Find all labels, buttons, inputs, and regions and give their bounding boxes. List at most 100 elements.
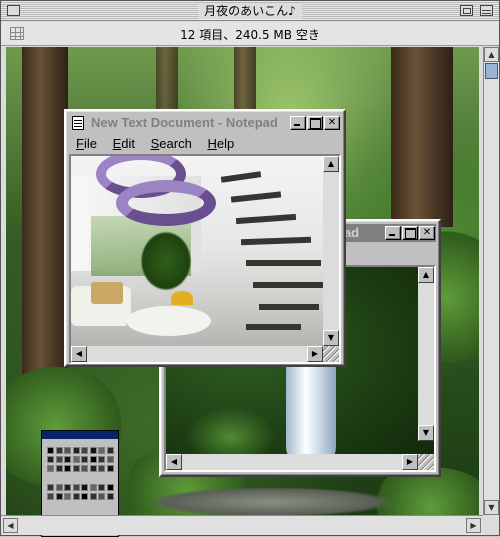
palette-swatch[interactable] bbox=[98, 456, 105, 463]
palette-swatch[interactable] bbox=[55, 484, 63, 491]
finder-titlebar[interactable]: 月夜のあいこん♪ bbox=[1, 1, 499, 21]
tree-trunk bbox=[391, 47, 453, 227]
scroll-up-icon[interactable]: ▲ bbox=[323, 156, 339, 172]
palette-swatch[interactable] bbox=[81, 456, 88, 463]
palette-swatch[interactable] bbox=[89, 484, 97, 491]
stair-step bbox=[230, 191, 282, 203]
palette-swatch[interactable] bbox=[81, 447, 88, 454]
menu-help[interactable]: Help bbox=[201, 135, 240, 152]
maximize-icon[interactable] bbox=[402, 226, 418, 240]
scroll-up-icon[interactable]: ▲ bbox=[418, 267, 434, 283]
palette-swatch[interactable] bbox=[81, 484, 88, 491]
stair-step bbox=[253, 282, 323, 288]
palette-swatch[interactable] bbox=[98, 484, 105, 491]
palette-swatch[interactable] bbox=[64, 484, 71, 491]
stair-step bbox=[259, 304, 319, 310]
resize-grip-icon[interactable] bbox=[418, 454, 434, 470]
scroll-down-icon[interactable]: ▼ bbox=[484, 500, 499, 515]
river-rocks bbox=[146, 487, 396, 515]
palette-swatch[interactable] bbox=[72, 493, 80, 500]
notepad-app-icon[interactable] bbox=[72, 116, 84, 130]
minimize-icon[interactable] bbox=[385, 226, 401, 240]
handbag bbox=[91, 282, 123, 304]
palette-swatch[interactable] bbox=[106, 456, 114, 463]
palette-swatch[interactable] bbox=[81, 493, 88, 500]
horizontal-scrollbar[interactable]: ◀ ▶ bbox=[166, 454, 418, 470]
scroll-up-icon[interactable]: ▲ bbox=[484, 47, 499, 62]
room-illustration: ▲ ▼ ◀ ▶ bbox=[71, 156, 339, 362]
finder-window: 月夜のあいこん♪ 12 項目、240.5 MB 空き pad ✕ ▲ ▼ ◀ ▶… bbox=[0, 0, 500, 537]
palette-swatch[interactable] bbox=[55, 456, 63, 463]
fruit-bowl bbox=[171, 291, 193, 305]
palette-swatch[interactable] bbox=[106, 493, 114, 500]
scroll-down-icon[interactable]: ▼ bbox=[323, 330, 339, 346]
vertical-scrollbar[interactable]: ▲ ▼ bbox=[323, 156, 339, 346]
minimize-icon[interactable] bbox=[290, 116, 306, 130]
palette-swatch[interactable] bbox=[64, 465, 71, 472]
palette-swatch[interactable] bbox=[47, 484, 54, 491]
close-box-icon[interactable] bbox=[7, 5, 20, 16]
palette-swatch[interactable] bbox=[89, 465, 97, 472]
palette-swatch[interactable] bbox=[89, 456, 97, 463]
horizontal-scrollbar[interactable]: ◀ ▶ bbox=[71, 346, 323, 362]
palette-swatch[interactable] bbox=[72, 456, 80, 463]
finder-title: 月夜のあいこん♪ bbox=[198, 3, 302, 19]
palette-swatch[interactable] bbox=[106, 447, 114, 454]
finder-info-bar: 12 項目、240.5 MB 空き bbox=[1, 22, 499, 46]
resize-grip-icon[interactable] bbox=[323, 346, 339, 362]
scroll-right-icon[interactable]: ▶ bbox=[466, 518, 481, 533]
palette-swatch[interactable] bbox=[72, 447, 80, 454]
notepad-menubar: File Edit Search Help bbox=[70, 135, 340, 153]
vertical-scrollbar[interactable]: ▲ ▼ bbox=[418, 267, 434, 441]
scroll-left-icon[interactable]: ◀ bbox=[71, 346, 87, 362]
palette-swatch[interactable] bbox=[89, 447, 97, 454]
palette-swatch[interactable] bbox=[47, 465, 54, 472]
finder-horizontal-scrollbar[interactable]: ◀ ▶ bbox=[1, 515, 483, 535]
coffee-table bbox=[126, 306, 211, 336]
room-image-area: ▲ ▼ ◀ ▶ bbox=[69, 154, 341, 364]
palette-swatch[interactable] bbox=[47, 447, 54, 454]
palette-titlebar[interactable] bbox=[42, 431, 118, 439]
finder-vertical-scrollbar[interactable]: ▲ ▼ bbox=[483, 47, 499, 515]
maximize-icon[interactable] bbox=[307, 116, 323, 130]
collapse-box-icon[interactable] bbox=[480, 5, 493, 16]
potted-plant bbox=[136, 226, 196, 296]
zoom-box-icon[interactable] bbox=[460, 5, 473, 16]
palette-swatch[interactable] bbox=[106, 484, 114, 491]
stair-step bbox=[246, 260, 321, 266]
close-icon[interactable]: ✕ bbox=[324, 116, 340, 130]
palette-swatch[interactable] bbox=[64, 456, 71, 463]
scroll-right-icon[interactable]: ▶ bbox=[307, 346, 323, 362]
palette-swatch[interactable] bbox=[64, 493, 71, 500]
palette-swatch[interactable] bbox=[72, 465, 80, 472]
palette-swatch[interactable] bbox=[47, 456, 54, 463]
purple-worm bbox=[116, 180, 216, 226]
palette-swatch[interactable] bbox=[89, 493, 97, 500]
stair-step bbox=[235, 213, 297, 225]
stair-step bbox=[220, 171, 262, 183]
palette-swatch[interactable] bbox=[55, 493, 63, 500]
palette-swatch[interactable] bbox=[64, 447, 71, 454]
scroll-right-icon[interactable]: ▶ bbox=[402, 454, 418, 470]
menu-search[interactable]: Search bbox=[145, 135, 198, 152]
scroll-left-icon[interactable]: ◀ bbox=[166, 454, 182, 470]
palette-swatch[interactable] bbox=[72, 484, 80, 491]
notepad-title: New Text Document - Notepad bbox=[91, 115, 278, 130]
palette-swatch[interactable] bbox=[106, 465, 114, 472]
scroll-thumb[interactable] bbox=[485, 63, 498, 79]
scroll-down-icon[interactable]: ▼ bbox=[418, 425, 434, 441]
close-icon[interactable]: ✕ bbox=[419, 226, 435, 240]
notepad-window[interactable]: New Text Document - Notepad ✕ File Edit … bbox=[64, 109, 346, 367]
palette-swatch[interactable] bbox=[55, 447, 63, 454]
tree-trunk bbox=[234, 47, 256, 117]
palette-swatch[interactable] bbox=[47, 493, 54, 500]
palette-swatch[interactable] bbox=[98, 493, 105, 500]
palette-swatch[interactable] bbox=[55, 465, 63, 472]
palette-swatch[interactable] bbox=[98, 447, 105, 454]
stair-step bbox=[240, 236, 312, 246]
scroll-left-icon[interactable]: ◀ bbox=[3, 518, 18, 533]
palette-swatch[interactable] bbox=[81, 465, 88, 472]
menu-file[interactable]: File bbox=[70, 135, 103, 152]
palette-swatch[interactable] bbox=[98, 465, 105, 472]
menu-edit[interactable]: Edit bbox=[107, 135, 141, 152]
